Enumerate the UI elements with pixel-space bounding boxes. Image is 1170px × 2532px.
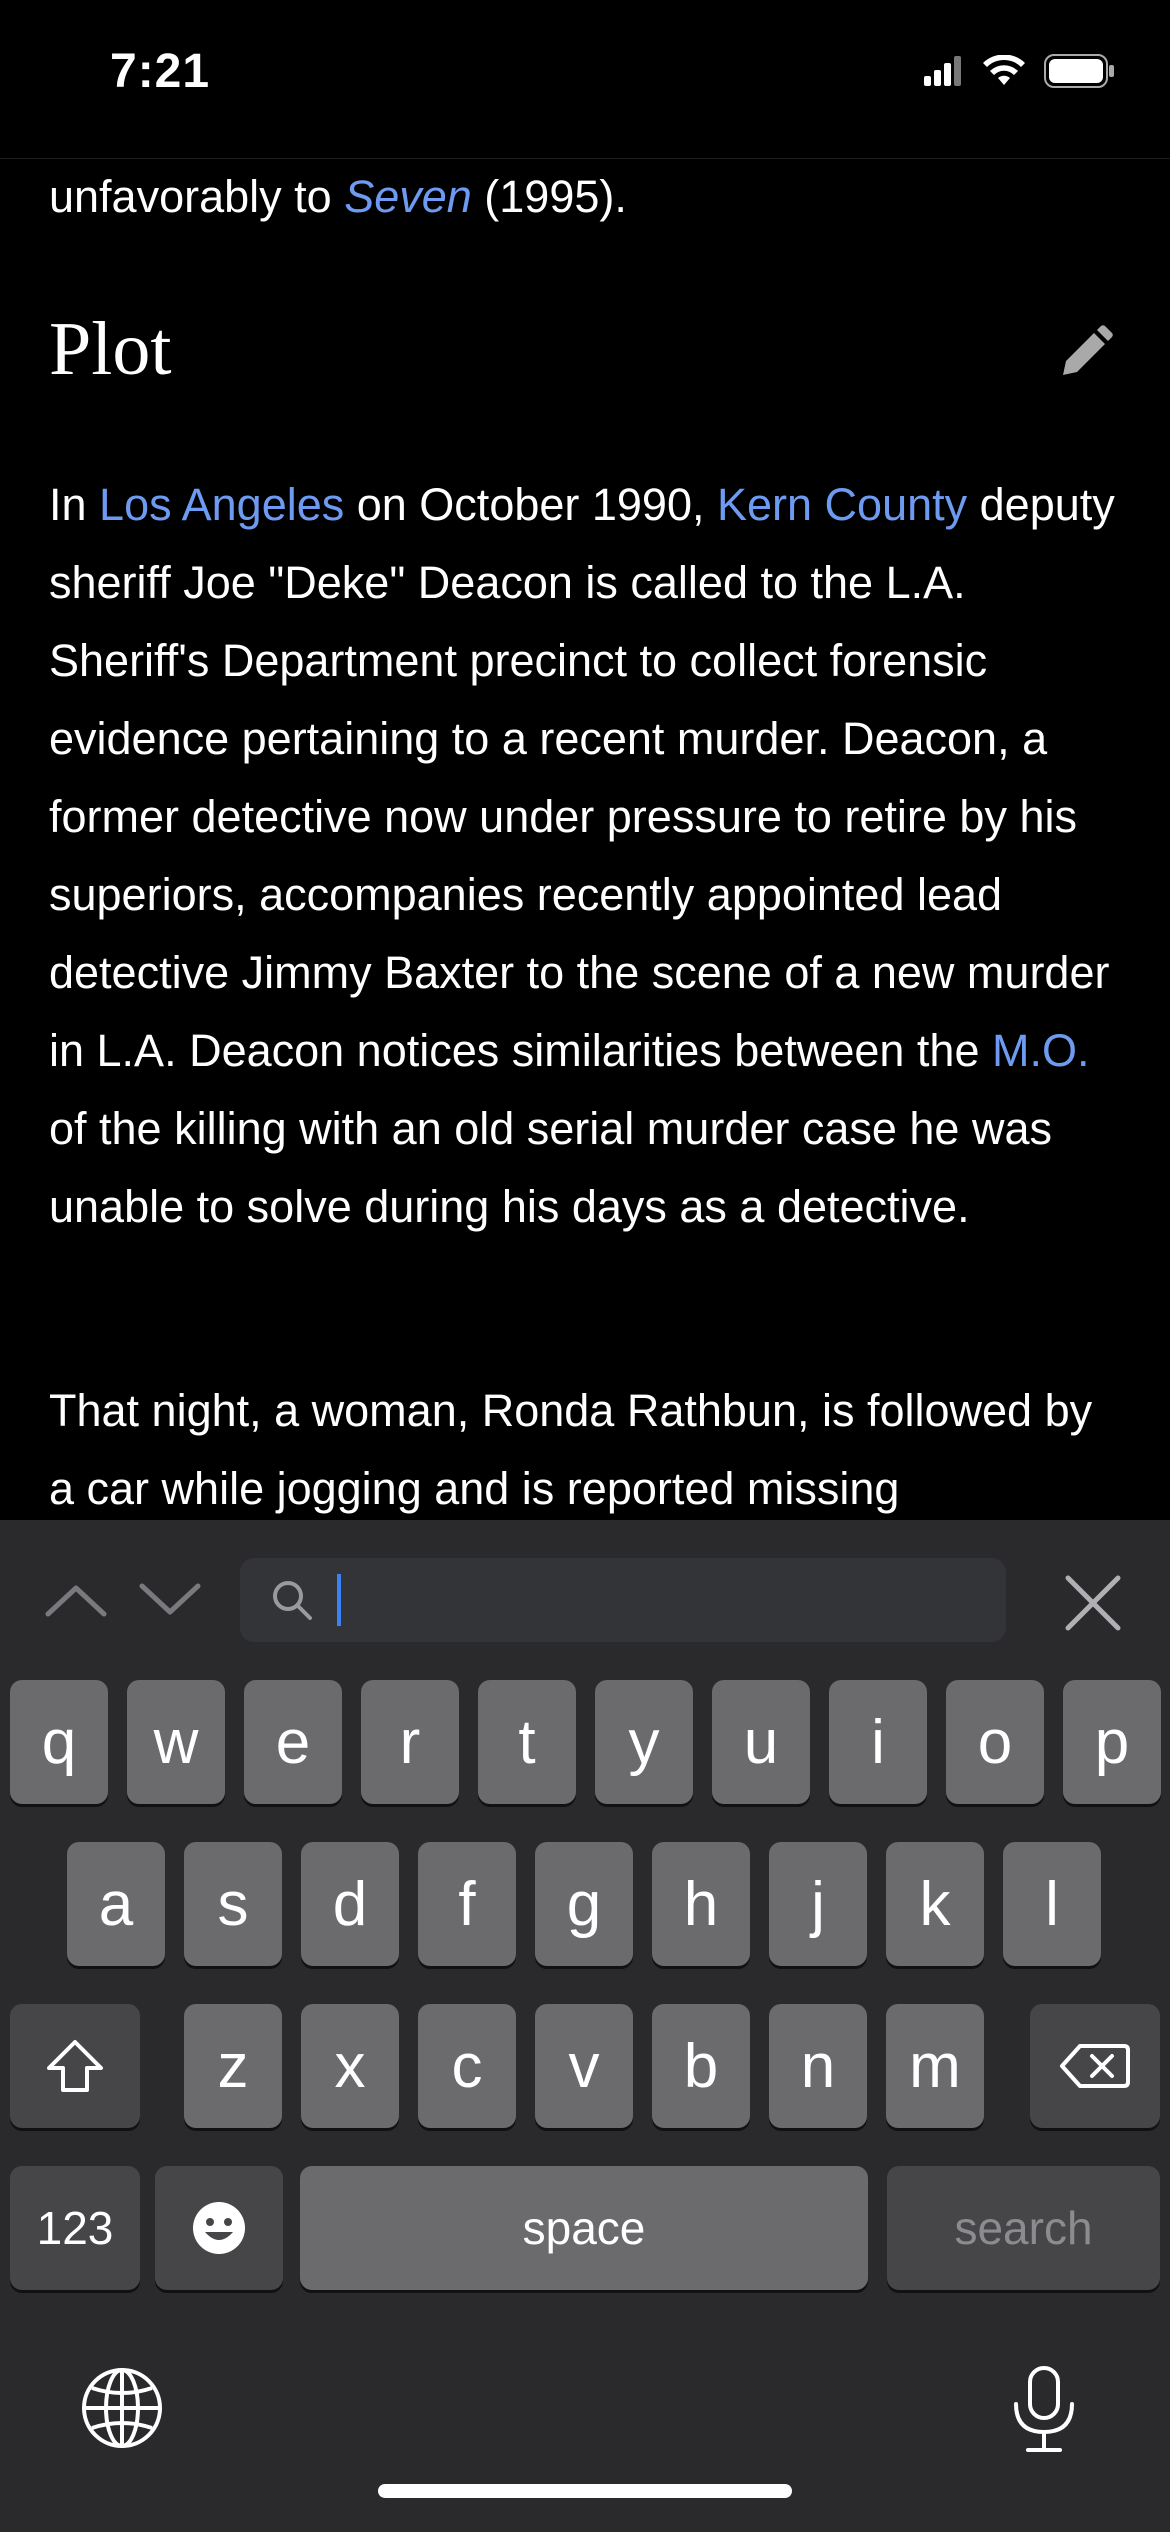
- key-d[interactable]: d: [301, 1842, 399, 1966]
- find-search-input[interactable]: [335, 1566, 979, 1636]
- key-m[interactable]: m: [886, 2004, 984, 2128]
- key-i[interactable]: i: [829, 1680, 927, 1804]
- key-l[interactable]: l: [1003, 1842, 1101, 1966]
- key-x[interactable]: x: [301, 2004, 399, 2128]
- key-a[interactable]: a: [67, 1842, 165, 1966]
- status-time: 7:21: [110, 45, 211, 98]
- key-h[interactable]: h: [652, 1842, 750, 1966]
- cellular-signal-icon: [924, 56, 961, 86]
- find-search-field[interactable]: [240, 1558, 1006, 1642]
- key-z[interactable]: z: [184, 2004, 282, 2128]
- home-indicator[interactable]: [378, 2484, 792, 2498]
- wifi-icon: [983, 55, 1025, 85]
- edit-section-button[interactable]: [1050, 318, 1120, 388]
- key-u[interactable]: u: [712, 1680, 810, 1804]
- key-e[interactable]: e: [244, 1680, 342, 1804]
- shift-icon: [47, 2040, 103, 2092]
- key-p[interactable]: p: [1063, 1680, 1161, 1804]
- battery-icon: [1044, 54, 1114, 88]
- previous-match-button[interactable]: [40, 1570, 112, 1630]
- globe-icon[interactable]: [80, 2366, 164, 2450]
- chevron-down-icon: [139, 1583, 201, 1615]
- key-q[interactable]: q: [10, 1680, 108, 1804]
- delete-key[interactable]: [1030, 2004, 1160, 2128]
- next-paragraph: That night, a woman, Ronda Rathbun, is f…: [49, 1385, 1093, 1514]
- key-b[interactable]: b: [652, 2004, 750, 2128]
- key-v[interactable]: v: [535, 2004, 633, 2128]
- key-o[interactable]: o: [946, 1680, 1044, 1804]
- search-icon: [273, 1581, 312, 1620]
- plot-paragraph: In Los Angeles on October 1990, Kern Cou…: [49, 466, 1129, 1246]
- plot-text: In: [49, 479, 100, 530]
- search-key[interactable]: search: [887, 2166, 1160, 2290]
- key-j[interactable]: j: [769, 1842, 867, 1966]
- link-kern-county[interactable]: Kern County: [717, 479, 967, 530]
- find-in-page-bar: [0, 1520, 1170, 1680]
- key-t[interactable]: t: [478, 1680, 576, 1804]
- intro-line: unfavorably to Seven (1995).: [49, 158, 1129, 236]
- keyboard: q w e r t y u i o p a s d f g h j k l z …: [0, 1680, 1170, 2532]
- shift-key[interactable]: [10, 2004, 140, 2128]
- intro-text-end: (1995).: [471, 171, 627, 222]
- article-content: unfavorably to Seven (1995). Plot In Los…: [0, 158, 1170, 1520]
- key-r[interactable]: r: [361, 1680, 459, 1804]
- chevron-up-icon: [45, 1585, 107, 1617]
- close-find-icon[interactable]: [1060, 1570, 1126, 1636]
- numbers-key[interactable]: 123: [10, 2166, 140, 2290]
- delete-icon: [1060, 2044, 1130, 2088]
- plot-text: deputy sheriff Joe "Deke" Deacon is call…: [49, 479, 1115, 1076]
- status-bar: 7:21: [0, 0, 1170, 159]
- next-match-button[interactable]: [134, 1570, 206, 1630]
- key-c[interactable]: c: [418, 2004, 516, 2128]
- key-y[interactable]: y: [595, 1680, 693, 1804]
- link-los-angeles[interactable]: Los Angeles: [99, 479, 344, 530]
- section-title-plot: Plot: [49, 307, 172, 391]
- key-k[interactable]: k: [886, 1842, 984, 1966]
- emoji-icon: [193, 2202, 245, 2254]
- link-seven[interactable]: Seven: [344, 171, 472, 222]
- intro-text: unfavorably to: [49, 171, 345, 222]
- emoji-key[interactable]: [155, 2166, 283, 2290]
- key-f[interactable]: f: [418, 1842, 516, 1966]
- key-g[interactable]: g: [535, 1842, 633, 1966]
- plot-text: on October 1990,: [344, 479, 717, 530]
- microphone-icon[interactable]: [1010, 2364, 1078, 2454]
- link-mo[interactable]: M.O.: [992, 1025, 1090, 1076]
- space-key[interactable]: space: [300, 2166, 868, 2290]
- status-icons: [924, 54, 1116, 88]
- pencil-icon: [1063, 325, 1113, 375]
- key-w[interactable]: w: [127, 1680, 225, 1804]
- plot-text: of the killing with an old serial murder…: [49, 1103, 1052, 1232]
- key-n[interactable]: n: [769, 2004, 867, 2128]
- key-s[interactable]: s: [184, 1842, 282, 1966]
